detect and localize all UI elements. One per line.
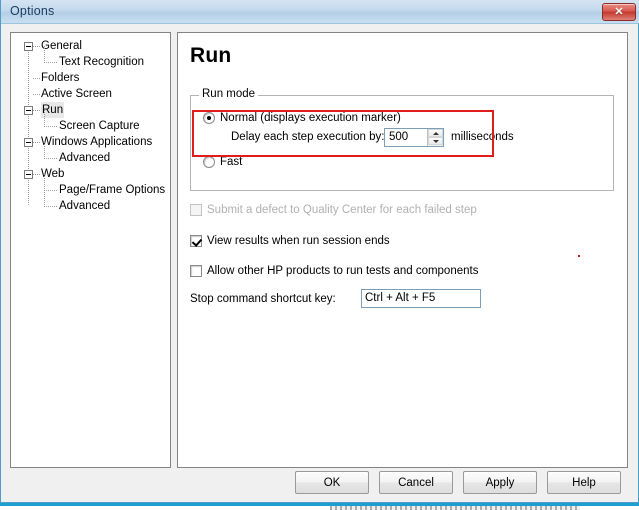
tree-item-text-recognition[interactable]: Text Recognition: [11, 46, 170, 70]
delay-units-label: milliseconds: [451, 131, 514, 143]
tree-item-folders[interactable]: Folders: [11, 70, 170, 86]
radio-normal[interactable]: [203, 112, 215, 124]
shortcut-key-label: Stop command shortcut key:: [190, 293, 336, 305]
tree-connector: [33, 110, 40, 111]
tree-connector: [44, 206, 58, 207]
dialog-client-area: General Text Recognition Folders Active Scr…: [1, 24, 638, 502]
close-button[interactable]: ✕: [602, 3, 636, 21]
radio-fast-label: Fast: [220, 156, 243, 168]
cancel-button[interactable]: Cancel: [379, 471, 453, 494]
window-title: Options: [10, 4, 55, 18]
tree-item-page-frame-options[interactable]: Page/Frame Options: [11, 174, 170, 198]
run-mode-legend: Run mode: [199, 88, 259, 100]
delay-label: Delay each step execution by:: [231, 131, 385, 143]
apply-button[interactable]: Apply: [463, 471, 537, 494]
tree-item-advanced[interactable]: Advanced: [11, 142, 170, 166]
shortcut-key-value[interactable]: Ctrl + Alt + F5: [365, 292, 435, 304]
annotation-dot: [578, 255, 580, 257]
category-tree-panel[interactable]: General Text Recognition Folders Active Scr…: [10, 32, 171, 468]
tree-connector: [44, 190, 58, 191]
options-dialog-screenshot: Options ✕ General Text Recognition Folders…: [0, 0, 639, 510]
tree-connector: [44, 126, 58, 127]
tree-item-general[interactable]: General: [11, 38, 170, 54]
radio-normal-label: Normal (displays execution marker): [220, 112, 401, 124]
tree-child-connector: [44, 142, 45, 158]
tree-connector: [33, 94, 40, 95]
close-icon: ✕: [614, 6, 624, 18]
tree-item-screen-capture[interactable]: Screen Capture: [11, 110, 170, 134]
checkbox-view-results-label: View results when run session ends: [207, 235, 390, 247]
category-tree[interactable]: General Text Recognition Folders Active Scr…: [11, 38, 170, 214]
tree-item-active-screen[interactable]: Active Screen: [11, 86, 170, 102]
tree-item-label: Text Recognition: [59, 56, 145, 68]
tree-connector: [33, 78, 40, 79]
tree-item-windows-applications[interactable]: Windows Applications: [11, 134, 170, 150]
page-title: Run: [190, 44, 232, 67]
delay-value[interactable]: 500: [389, 131, 408, 143]
checkbox-submit-defect-label: Submit a defect to Quality Center for ea…: [207, 204, 477, 216]
tree-item-run[interactable]: Run: [11, 102, 170, 118]
settings-content-panel: Run Run mode Normal (displays execution …: [177, 32, 628, 468]
checkbox-view-results[interactable]: [190, 235, 202, 247]
tree-item-label: Advanced: [59, 200, 111, 212]
checkbox-allow-hp-products-label: Allow other HP products to run tests and…: [207, 265, 479, 277]
help-button[interactable]: Help: [547, 471, 621, 494]
ok-button[interactable]: OK: [295, 471, 369, 494]
collapse-icon[interactable]: [24, 42, 33, 51]
collapse-icon[interactable]: [24, 106, 33, 115]
tree-child-connector: [44, 174, 45, 190]
tree-item-label: General: [41, 40, 82, 52]
collapse-icon[interactable]: [24, 170, 33, 179]
delay-spin-buttons[interactable]: [427, 129, 443, 146]
checkbox-allow-hp-products[interactable]: [190, 265, 202, 277]
tree-item-label: Page/Frame Options: [59, 184, 166, 196]
background-window-sliver: [0, 503, 639, 510]
tree-child-connector: [44, 46, 45, 62]
tree-item-label: Screen Capture: [59, 120, 140, 132]
shortcut-key-field[interactable]: Ctrl + Alt + F5: [361, 289, 481, 308]
radio-fast[interactable]: [203, 156, 215, 168]
run-mode-groupbox: Run mode Normal (displays execution mark…: [190, 88, 614, 191]
tree-item-label: Folders: [41, 72, 80, 84]
checkbox-submit-defect: [190, 204, 202, 216]
tree-connector: [33, 46, 40, 47]
title-bar[interactable]: Options ✕: [1, 0, 639, 24]
tree-item-label: Active Screen: [41, 88, 112, 100]
tree-connector: [44, 158, 58, 159]
tree-item-label: Windows Applications: [41, 136, 153, 148]
tree-child-connector: [44, 190, 45, 206]
options-dialog-window: Options ✕ General Text Recognition Folders…: [0, 0, 639, 503]
collapse-icon[interactable]: [24, 138, 33, 147]
tree-connector: [33, 142, 40, 143]
tree-item-label: Advanced: [59, 152, 111, 164]
delay-spinner[interactable]: 500: [384, 128, 444, 147]
tree-connector: [44, 62, 58, 63]
tree-item-advanced[interactable]: Advanced: [11, 190, 170, 214]
tree-connector: [33, 174, 40, 175]
chevron-up-icon[interactable]: [428, 129, 443, 137]
background-window-text: [330, 506, 580, 510]
chevron-down-icon[interactable]: [428, 137, 443, 145]
tree-child-connector: [44, 110, 45, 126]
tree-item-web[interactable]: Web: [11, 166, 170, 182]
